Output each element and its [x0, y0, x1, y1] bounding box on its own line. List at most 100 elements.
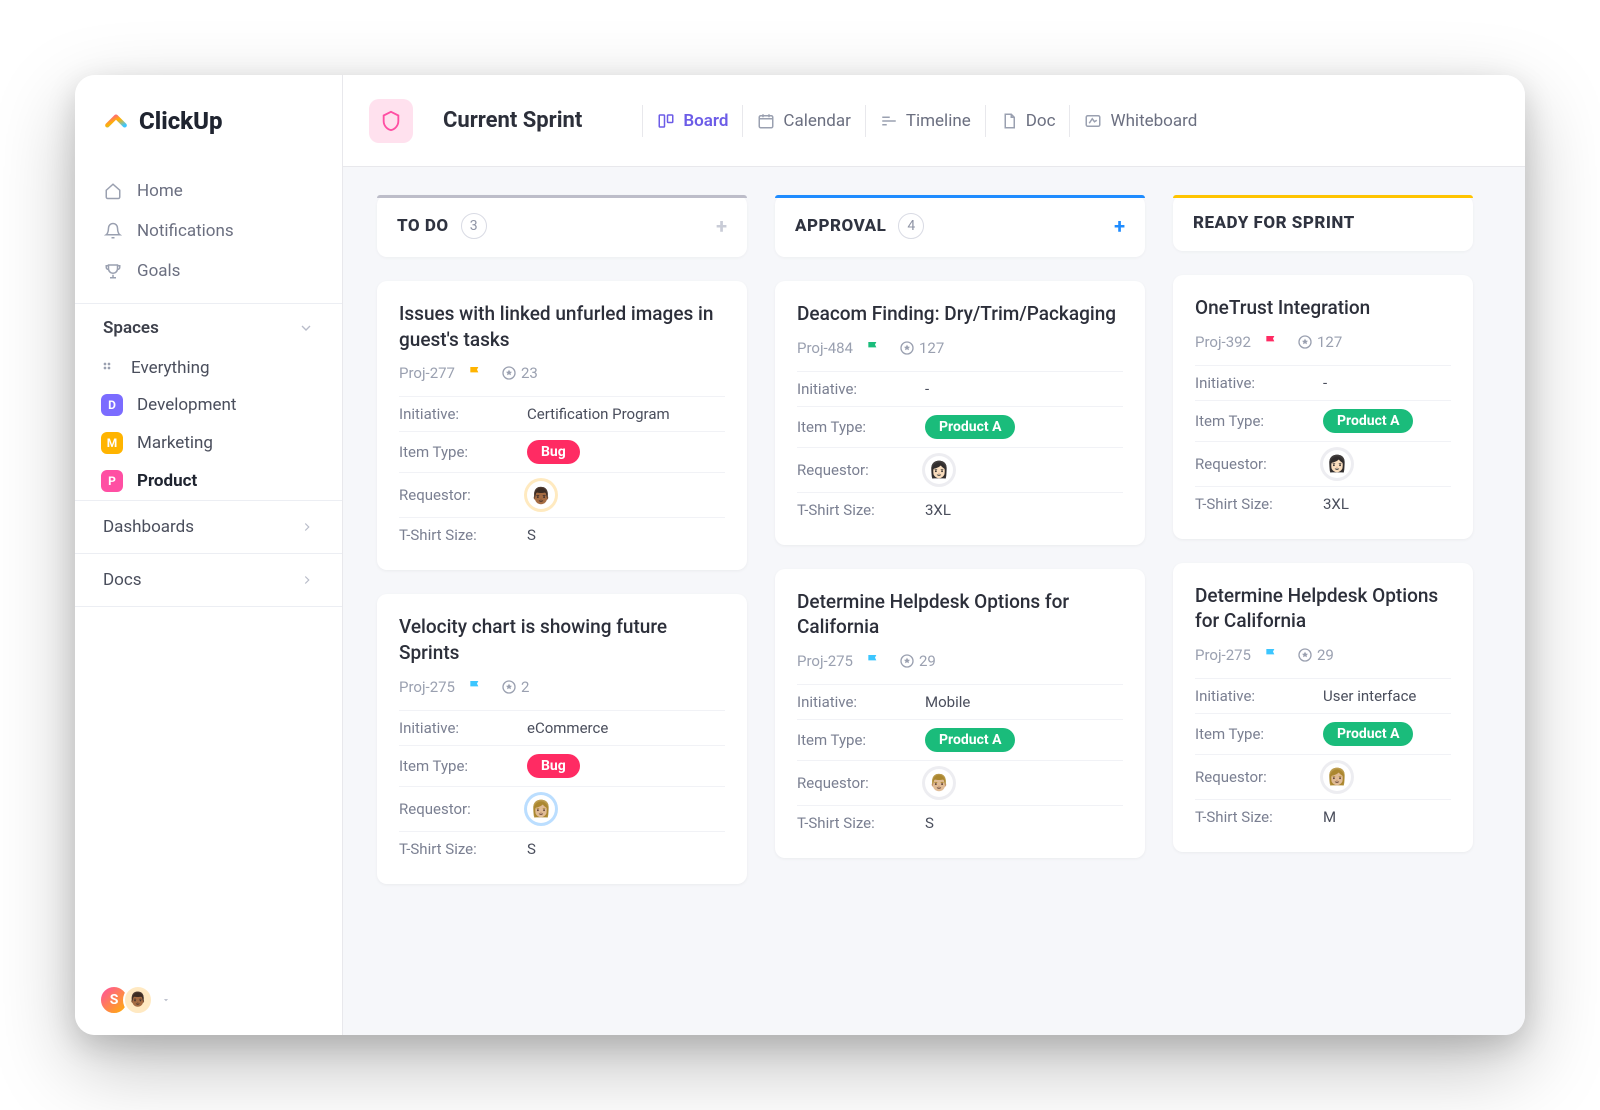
field-label: T-Shirt Size:: [1195, 495, 1323, 513]
section-label: Docs: [103, 570, 142, 590]
nav-label: Notifications: [137, 221, 234, 241]
flag-icon: [467, 679, 483, 695]
space-item[interactable]: D Development: [75, 386, 342, 424]
grid-icon: [101, 360, 117, 376]
chevron-down-icon: [298, 320, 314, 336]
item-type-pill: Product A: [925, 415, 1015, 439]
section-label: Dashboards: [103, 517, 194, 537]
view-tab-label: Timeline: [906, 111, 971, 131]
requestor-avatar: 👩🏻: [1323, 450, 1351, 478]
brand-name: ClickUp: [139, 107, 223, 135]
view-tab-whiteboard[interactable]: Whiteboard: [1069, 105, 1211, 137]
kanban-column: TO DO 3 + Issues with linked unfurled imag…: [377, 195, 747, 1007]
view-tab-label: Doc: [1026, 111, 1056, 131]
section-docs[interactable]: Docs: [75, 553, 342, 607]
initiative-value: Certification Program: [527, 405, 670, 423]
app-window: ClickUp Home Notifications Goals: [75, 75, 1525, 1035]
main-area: Current Sprint Board Calendar Timeline Doc W…: [343, 75, 1525, 1035]
task-points: 127: [919, 339, 944, 357]
column-header[interactable]: APPROVAL4+: [775, 195, 1145, 257]
task-points: 127: [1317, 333, 1342, 351]
bell-icon: [103, 221, 123, 241]
kanban-column: APPROVAL4+ Deacom Finding: Dry/Trim/Pack…: [775, 195, 1145, 1007]
board[interactable]: TO DO 3 + Issues with linked unfurled imag…: [343, 167, 1525, 1035]
view-tab-label: Board: [683, 111, 728, 131]
column-title: TO DO: [397, 216, 449, 236]
tshirt-value: 3XL: [1323, 495, 1349, 513]
column-count: 3: [461, 213, 487, 239]
item-type-pill: Product A: [925, 728, 1015, 752]
view-tab-timeline[interactable]: Timeline: [865, 105, 985, 137]
field-label: Initiative:: [1195, 687, 1323, 705]
doc-icon: [1000, 112, 1018, 130]
requestor-avatar: 👩🏼: [527, 795, 555, 823]
field-label: Item Type:: [797, 731, 925, 749]
trophy-icon: [103, 261, 123, 281]
task-title: OneTrust Integration: [1195, 295, 1451, 321]
flag-icon: [1263, 334, 1279, 350]
task-card[interactable]: Issues with linked unfurled images in gu…: [377, 281, 747, 570]
view-tab-calendar[interactable]: Calendar: [742, 105, 864, 137]
task-id: Proj-277: [399, 364, 455, 382]
nav-label: Goals: [137, 261, 180, 281]
tshirt-value: S: [527, 526, 536, 544]
space-item[interactable]: P Product: [75, 462, 342, 500]
item-type-pill: Bug: [527, 754, 580, 778]
kanban-column: READY FOR SPRINT OneTrust Integration Pr…: [1173, 195, 1473, 1007]
space-letter-badge: D: [101, 394, 123, 416]
field-label: Item Type:: [797, 418, 925, 436]
field-label: Item Type:: [399, 757, 527, 775]
flag-icon: [467, 365, 483, 381]
clickup-logo-icon: [103, 108, 129, 134]
page-title: Current Sprint: [443, 108, 582, 133]
requestor-avatar: 👨🏼: [925, 769, 953, 797]
whiteboard-icon: [1084, 112, 1102, 130]
task-points: 2: [521, 678, 529, 696]
requestor-avatar: 👩🏼: [1323, 763, 1351, 791]
task-card[interactable]: Determine Helpdesk Options for Californi…: [1173, 563, 1473, 852]
column-count: 4: [898, 213, 924, 239]
initiative-value: Mobile: [925, 693, 970, 711]
task-id: Proj-275: [797, 652, 853, 670]
field-label: Initiative:: [797, 380, 925, 398]
space-label: Development: [137, 395, 236, 415]
add-card-button[interactable]: +: [716, 214, 727, 238]
space-letter-badge: M: [101, 432, 123, 454]
field-label: Item Type:: [1195, 725, 1323, 743]
view-tab-label: Whiteboard: [1110, 111, 1197, 131]
task-card[interactable]: Velocity chart is showing future Sprints…: [377, 594, 747, 883]
star-icon: [501, 365, 517, 381]
item-type-pill: Product A: [1323, 409, 1413, 433]
task-card[interactable]: Deacom Finding: Dry/Trim/Packaging Proj-…: [775, 281, 1145, 545]
field-label: Initiative:: [399, 719, 527, 737]
user-menu[interactable]: S 👨🏾: [75, 965, 342, 1035]
task-points: 23: [521, 364, 538, 382]
section-dashboards[interactable]: Dashboards: [75, 500, 342, 553]
view-tab-doc[interactable]: Doc: [985, 105, 1070, 137]
nav-goals[interactable]: Goals: [75, 251, 342, 291]
field-label: T-Shirt Size:: [797, 501, 925, 519]
spaces-header[interactable]: Spaces: [75, 303, 342, 350]
sidebar: ClickUp Home Notifications Goals: [75, 75, 343, 1035]
column-header[interactable]: TO DO 3 +: [377, 195, 747, 257]
item-type-pill: Bug: [527, 440, 580, 464]
sprint-icon: [369, 99, 413, 143]
chevron-right-icon: [300, 573, 314, 587]
space-item[interactable]: M Marketing: [75, 424, 342, 462]
task-card[interactable]: OneTrust Integration Proj-392 127 Initia…: [1173, 275, 1473, 539]
spaces-list: D DevelopmentM MarketingP Product: [75, 386, 342, 500]
field-label: Item Type:: [399, 443, 527, 461]
view-tab-board[interactable]: Board: [642, 105, 742, 137]
star-icon: [501, 679, 517, 695]
nav-home[interactable]: Home: [75, 171, 342, 211]
task-id: Proj-392: [1195, 333, 1251, 351]
field-label: T-Shirt Size:: [399, 840, 527, 858]
task-card[interactable]: Determine Helpdesk Options for Californi…: [775, 569, 1145, 858]
star-icon: [899, 340, 915, 356]
space-everything[interactable]: Everything: [75, 350, 342, 386]
add-card-button[interactable]: +: [1114, 214, 1125, 238]
field-label: T-Shirt Size:: [1195, 808, 1323, 826]
column-title: READY FOR SPRINT: [1193, 213, 1355, 233]
column-header[interactable]: READY FOR SPRINT: [1173, 195, 1473, 251]
nav-notifications[interactable]: Notifications: [75, 211, 342, 251]
